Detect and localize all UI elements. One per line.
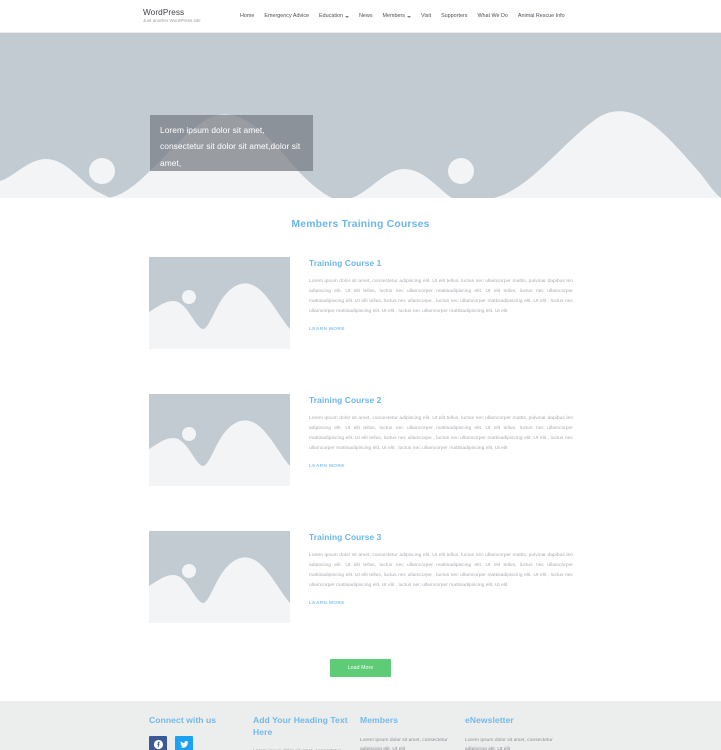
hero-caption-text: Lorem ipsum dolor sit amet, consectetur … bbox=[160, 125, 301, 168]
footer-text: Lorem ipsum dolor sit amet, consectetur … bbox=[360, 737, 448, 750]
nav-item-news[interactable]: News bbox=[359, 13, 372, 19]
footer-heading: Connect with us bbox=[149, 715, 217, 725]
footer-column-members: Members Lorem ipsum dolor sit amet, cons… bbox=[360, 715, 465, 750]
nav-label: Home bbox=[240, 13, 255, 19]
footer-column-connect: Connect with us bbox=[149, 715, 253, 750]
footer-column-enewsletter: eNewsletter Lorem ipsum dolor sit amet, … bbox=[465, 715, 575, 750]
site-tagline: Just another WordPress site bbox=[143, 18, 201, 24]
course-description: Lorem ipsum dolor sit amet, consectetur … bbox=[309, 279, 573, 314]
course-title[interactable]: Training Course 2 bbox=[309, 395, 575, 405]
nav-label: Supporters bbox=[441, 13, 468, 19]
twitter-icon[interactable] bbox=[175, 735, 193, 750]
site-branding[interactable]: WordPress Just another WordPress site bbox=[143, 8, 239, 24]
footer-heading: eNewsletter bbox=[465, 715, 514, 725]
main-navigation: Home Emergency Advice Education News Mem… bbox=[240, 13, 565, 19]
load-more-button[interactable]: Load More bbox=[329, 659, 392, 677]
facebook-icon[interactable] bbox=[149, 735, 167, 750]
nav-label: Emergency Advice bbox=[264, 13, 310, 19]
site-header: WordPress Just another WordPress site Ho… bbox=[0, 0, 721, 33]
footer-heading: Add Your Heading Text Here bbox=[253, 715, 348, 737]
course-body: Training Course 3 Lorem ipsum dolor sit … bbox=[290, 531, 575, 623]
nav-label: Education bbox=[319, 13, 344, 19]
placeholder-mountain-icon bbox=[149, 394, 290, 486]
course-card: Training Course 3 Lorem ipsum dolor sit … bbox=[0, 531, 721, 623]
course-body: Training Course 2 Lorem ipsum dolor sit … bbox=[290, 394, 575, 486]
site-footer: Connect with us Add Your Heading Text He… bbox=[0, 701, 721, 750]
hero-banner: Lorem ipsum dolor sit amet, consectetur … bbox=[0, 33, 721, 198]
learn-more-link[interactable]: LEARN MORE bbox=[309, 327, 345, 332]
social-links bbox=[149, 735, 207, 750]
course-title[interactable]: Training Course 1 bbox=[309, 258, 575, 268]
nav-label: Members bbox=[382, 13, 405, 19]
nav-item-education[interactable]: Education bbox=[319, 13, 350, 19]
nav-item-members[interactable]: Members bbox=[383, 13, 411, 19]
page-root: WordPress Just another WordPress site Ho… bbox=[0, 0, 721, 750]
nav-label: Animal Rescue Info bbox=[517, 13, 565, 19]
course-thumbnail[interactable] bbox=[149, 531, 290, 623]
site-title[interactable]: WordPress bbox=[143, 8, 239, 17]
course-body: Training Course 1 Lorem ipsum dolor sit … bbox=[290, 257, 575, 349]
nav-label: What We Do bbox=[477, 13, 508, 19]
footer-text: Lorem ipsum dolor sit amet, consectetur … bbox=[465, 737, 553, 750]
hero-caption: Lorem ipsum dolor sit amet, consectetur … bbox=[150, 115, 313, 171]
placeholder-mountain-icon bbox=[149, 531, 290, 623]
learn-more-link[interactable]: LEARN MORE bbox=[309, 464, 345, 469]
load-more-container: Load More bbox=[0, 656, 721, 701]
nav-item-animal-rescue-info[interactable]: Animal Rescue Info bbox=[518, 13, 565, 19]
chevron-down-icon[interactable] bbox=[406, 15, 411, 18]
course-card: Training Course 1 Lorem ipsum dolor sit … bbox=[0, 257, 721, 349]
footer-heading: Members bbox=[360, 715, 399, 725]
nav-item-what-we-do[interactable]: What We Do bbox=[477, 13, 507, 19]
course-thumbnail[interactable] bbox=[149, 394, 290, 486]
course-card: Training Course 2 Lorem ipsum dolor sit … bbox=[0, 394, 721, 486]
learn-more-link[interactable]: LEARN MORE bbox=[309, 601, 345, 606]
course-title[interactable]: Training Course 3 bbox=[309, 532, 575, 542]
chevron-down-icon[interactable] bbox=[345, 15, 350, 18]
placeholder-mountain-icon bbox=[149, 257, 290, 349]
nav-item-emergency-advice[interactable]: Emergency Advice bbox=[264, 13, 309, 19]
footer-column-heading-text: Add Your Heading Text Here Lorem ipsum d… bbox=[253, 715, 360, 750]
nav-label: Visit bbox=[420, 13, 432, 19]
nav-item-home[interactable]: Home bbox=[240, 13, 254, 19]
nav-label: News bbox=[359, 13, 373, 19]
page-title: Members Training Courses bbox=[291, 219, 430, 230]
main-content: Members Training Courses Training Course… bbox=[0, 198, 721, 701]
courses-list: Training Course 1 Lorem ipsum dolor sit … bbox=[0, 257, 721, 623]
nav-item-visit[interactable]: Visit bbox=[421, 13, 431, 19]
course-description: Lorem ipsum dolor sit amet, consectetur … bbox=[309, 553, 573, 588]
nav-item-supporters[interactable]: Supporters bbox=[441, 13, 467, 19]
course-thumbnail[interactable] bbox=[149, 257, 290, 349]
hero-placeholder-image bbox=[0, 33, 721, 198]
course-description: Lorem ipsum dolor sit amet, consectetur … bbox=[309, 416, 573, 451]
